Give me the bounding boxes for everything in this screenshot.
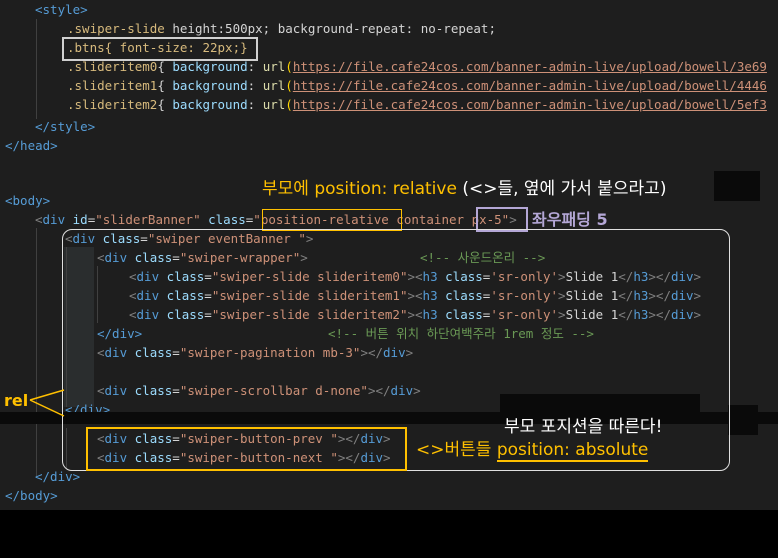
code-line: <style> [35,0,88,19]
follow-parent-note: 부모 포지션을 따른다! [504,417,663,437]
parent-position-note: 부모에 position: relative (<>들, 옆에 가서 붙으라고) [262,179,667,199]
padding-note: 좌우패딩 5 [532,210,608,229]
indent-guide [36,19,37,119]
position-relative-highlight-box [262,209,402,231]
css-property: background [172,78,248,93]
css-property: background [172,97,248,112]
code-line: <body> [5,191,50,210]
indent-guide [36,228,37,478]
redaction-block [714,171,760,201]
buttons-absolute-note: <>버튼들 position: absolute [416,440,649,462]
code-line: .swiper-slide height:500px; background-r… [67,19,496,38]
code-line: </head> [5,136,58,155]
head-close-tag: </head> [5,138,58,153]
css-function: url [262,59,286,74]
attr-value: "sliderBanner" [95,212,201,227]
btns-rule-highlight-box [62,37,258,61]
css-property: background [172,59,248,74]
css-url-link[interactable]: https://file.cafe24cos.com/banner-admin-… [293,78,767,93]
style-open-tag: <style> [35,2,88,17]
code-line: .slideritem1{ background: url(https://fi… [67,78,767,93]
code-line: .slideritem2{ background: url(https://fi… [67,97,767,112]
css-function: url [262,97,286,112]
body-close-tag: </body> [5,488,58,503]
code-line: </body> [5,486,58,505]
css-selector: .slideritem1 [67,78,158,93]
style-close-tag: </style> [35,119,96,134]
redaction-block [728,405,758,435]
css-selector: .swiper-slide [67,21,165,36]
css-url-link[interactable]: https://file.cafe24cos.com/banner-admin-… [293,59,767,74]
body-open-tag: <body> [5,193,51,208]
code-line: </style> [35,117,95,136]
css-selector: .slideritem2 [67,97,158,112]
rel-label: rel [4,391,29,410]
div-close-tag: </div> [35,469,81,484]
css-selector: .slideritem0 [67,59,158,74]
css-function: url [262,78,286,93]
css-url-link[interactable]: https://file.cafe24cos.com/banner-admin-… [293,97,767,112]
rel-pointer-lines [29,389,65,417]
code-editor[interactable]: <style> .swiper-slide height:500px; back… [0,0,778,510]
swiper-buttons-highlight-box [86,427,407,471]
css-declaration: height:500px; background-repeat: no-repe… [164,21,496,36]
